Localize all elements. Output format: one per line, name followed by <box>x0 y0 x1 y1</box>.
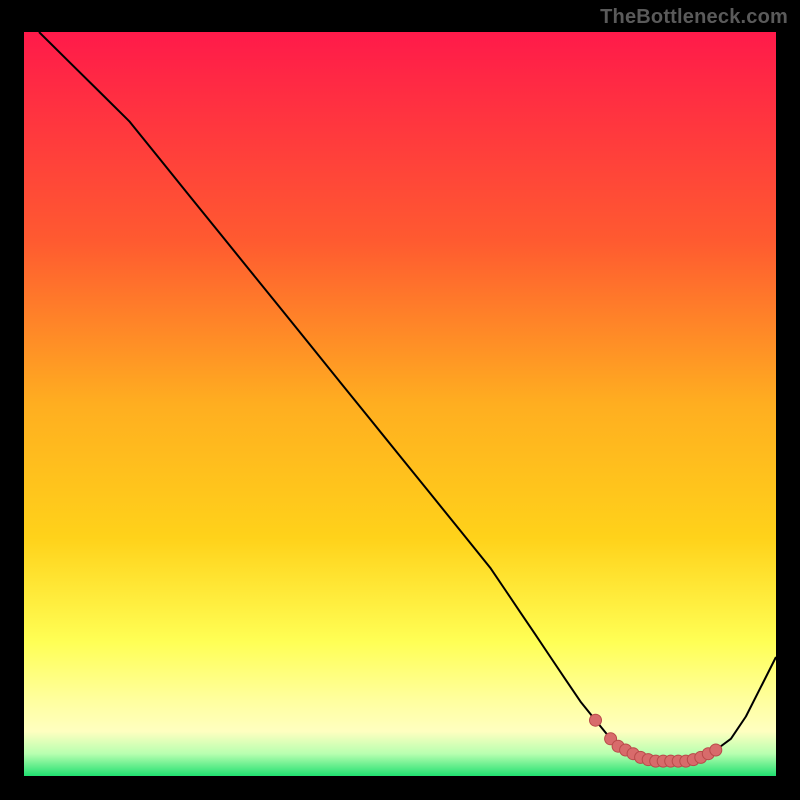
highlight-marker <box>710 744 722 756</box>
attribution-label: TheBottleneck.com <box>600 6 788 29</box>
chart-container: TheBottleneck.com <box>0 0 800 800</box>
plot-area <box>24 32 776 776</box>
chart-svg <box>24 32 776 776</box>
gradient-background <box>24 32 776 776</box>
highlight-marker <box>590 714 602 726</box>
